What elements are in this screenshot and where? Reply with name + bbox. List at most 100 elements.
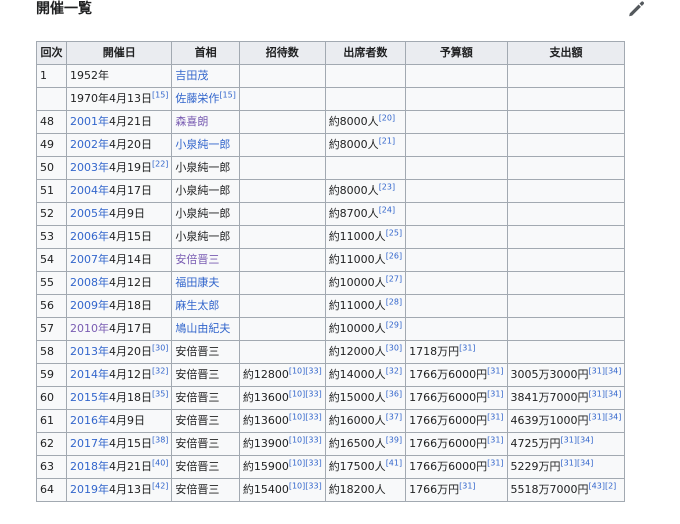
cell-link[interactable]: 佐藤栄作 <box>175 92 219 105</box>
citation-label[interactable]: [10][33] <box>289 435 322 444</box>
citation-ref[interactable]: [35] <box>152 389 168 398</box>
citation-ref[interactable]: [10][33] <box>289 435 322 444</box>
citation-ref[interactable]: [10][33] <box>289 458 322 467</box>
citation-ref[interactable]: [37] <box>386 412 402 421</box>
citation-ref[interactable]: [41] <box>386 458 402 467</box>
cell-link[interactable]: 2002年 <box>70 138 109 151</box>
citation-label[interactable]: [36] <box>386 389 402 398</box>
citation-ref[interactable]: [32] <box>386 366 402 375</box>
cell-link[interactable]: 吉田茂 <box>175 69 208 82</box>
citation-ref[interactable]: [20] <box>379 113 395 122</box>
cell-link[interactable]: 2015年 <box>70 391 109 404</box>
citation-ref[interactable]: [31] <box>487 412 503 421</box>
citation-label[interactable]: [31] <box>459 343 475 352</box>
citation-ref[interactable]: [31][34] <box>589 389 622 398</box>
citation-ref[interactable]: [31] <box>487 458 503 467</box>
citation-label[interactable]: [15] <box>152 90 168 99</box>
cell-link[interactable]: 安倍晋三 <box>175 253 219 266</box>
cell-link[interactable]: 2010年 <box>70 322 109 335</box>
citation-label[interactable]: [25] <box>386 228 402 237</box>
cell-link[interactable]: 2007年 <box>70 253 109 266</box>
cell-link[interactable]: 2019年 <box>70 483 109 496</box>
citation-label[interactable]: [43][2] <box>589 481 617 490</box>
cell-link[interactable]: 鳩山由紀夫 <box>175 322 230 335</box>
citation-ref[interactable]: [31][34] <box>589 366 622 375</box>
citation-label[interactable]: [21] <box>379 136 395 145</box>
citation-label[interactable]: [10][33] <box>289 412 322 421</box>
cell-link[interactable]: 2006年 <box>70 230 109 243</box>
citation-ref[interactable]: [31] <box>487 366 503 375</box>
citation-label[interactable]: [40] <box>152 458 168 467</box>
citation-label[interactable]: [31][34] <box>561 435 594 444</box>
citation-label[interactable]: [31] <box>487 389 503 398</box>
citation-ref[interactable]: [40] <box>152 458 168 467</box>
citation-label[interactable]: [28] <box>386 297 402 306</box>
citation-label[interactable]: [30] <box>386 343 402 352</box>
citation-label[interactable]: [20] <box>379 113 395 122</box>
citation-label[interactable]: [37] <box>386 412 402 421</box>
citation-label[interactable]: [31] <box>487 366 503 375</box>
pencil-icon[interactable] <box>626 0 644 18</box>
citation-ref[interactable]: [31] <box>459 343 475 352</box>
cell-link[interactable]: 2005年 <box>70 207 109 220</box>
citation-label[interactable]: [42] <box>152 481 168 490</box>
citation-label[interactable]: [31] <box>459 481 475 490</box>
citation-label[interactable]: [35] <box>152 389 168 398</box>
citation-ref[interactable]: [31][34] <box>561 458 594 467</box>
citation-label[interactable]: [10][33] <box>289 366 322 375</box>
citation-ref[interactable]: [15] <box>152 90 168 99</box>
citation-label[interactable]: [32] <box>386 366 402 375</box>
citation-label[interactable]: [15] <box>219 90 235 99</box>
cell-link[interactable]: 2003年 <box>70 161 109 174</box>
citation-ref[interactable]: [31] <box>487 435 503 444</box>
citation-label[interactable]: [39] <box>386 435 402 444</box>
citation-label[interactable]: [29] <box>386 320 402 329</box>
cell-link[interactable]: 2001年 <box>70 115 109 128</box>
citation-label[interactable]: [24] <box>379 205 395 214</box>
citation-ref[interactable]: [30] <box>152 343 168 352</box>
citation-label[interactable]: [31] <box>487 435 503 444</box>
citation-ref[interactable]: [32] <box>152 366 168 375</box>
citation-label[interactable]: [31][34] <box>561 458 594 467</box>
cell-link[interactable]: 2013年 <box>70 345 109 358</box>
citation-label[interactable]: [32] <box>152 366 168 375</box>
citation-ref[interactable]: [38] <box>152 435 168 444</box>
cell-link[interactable]: 福田康夫 <box>175 276 219 289</box>
citation-label[interactable]: [26] <box>386 251 402 260</box>
citation-label[interactable]: [31][34] <box>589 389 622 398</box>
cell-link[interactable]: 2009年 <box>70 299 109 312</box>
citation-ref[interactable]: [10][33] <box>289 412 322 421</box>
citation-ref[interactable]: [31] <box>459 481 475 490</box>
cell-link[interactable]: 2008年 <box>70 276 109 289</box>
cell-link[interactable]: 麻生太郎 <box>175 299 219 312</box>
citation-label[interactable]: [23] <box>379 182 395 191</box>
citation-ref[interactable]: [15] <box>219 90 235 99</box>
citation-ref[interactable]: [29] <box>386 320 402 329</box>
cell-link[interactable]: 小泉純一郎 <box>175 138 230 151</box>
citation-ref[interactable]: [27] <box>386 274 402 283</box>
citation-label[interactable]: [31] <box>487 412 503 421</box>
citation-ref[interactable]: [22] <box>152 159 168 168</box>
citation-label[interactable]: [31][34] <box>589 412 622 421</box>
cell-link[interactable]: 2018年 <box>70 460 109 473</box>
citation-ref[interactable]: [10][33] <box>289 366 322 375</box>
citation-label[interactable]: [10][33] <box>289 481 322 490</box>
cell-link[interactable]: 2016年 <box>70 414 109 427</box>
cell-link[interactable]: 森喜朗 <box>175 115 208 128</box>
citation-label[interactable]: [41] <box>386 458 402 467</box>
cell-link[interactable]: 2004年 <box>70 184 109 197</box>
citation-ref[interactable]: [25] <box>386 228 402 237</box>
citation-label[interactable]: [22] <box>152 159 168 168</box>
citation-label[interactable]: [30] <box>152 343 168 352</box>
cell-link[interactable]: 2017年 <box>70 437 109 450</box>
citation-ref[interactable]: [26] <box>386 251 402 260</box>
citation-ref[interactable]: [10][33] <box>289 481 322 490</box>
citation-ref[interactable]: [23] <box>379 182 395 191</box>
citation-ref[interactable]: [42] <box>152 481 168 490</box>
citation-label[interactable]: [10][33] <box>289 389 322 398</box>
citation-ref[interactable]: [43][2] <box>589 481 617 490</box>
citation-ref[interactable]: [39] <box>386 435 402 444</box>
citation-ref[interactable]: [21] <box>379 136 395 145</box>
citation-ref[interactable]: [28] <box>386 297 402 306</box>
citation-ref[interactable]: [36] <box>386 389 402 398</box>
